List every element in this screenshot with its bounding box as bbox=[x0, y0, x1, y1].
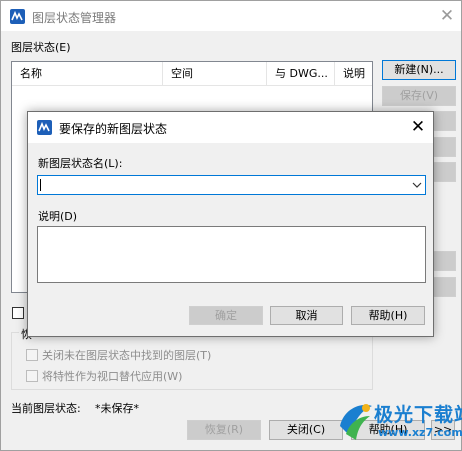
site-watermark: 极光下载站 www.xz7.com bbox=[330, 394, 462, 451]
bg-close-icon[interactable]: ✕ bbox=[435, 5, 459, 27]
app-logo-icon bbox=[10, 9, 25, 24]
apply-viewport-label: 将特性作为视口替代应用(W) bbox=[42, 370, 183, 383]
close-layers-label: 关闭未在图层状态中找到的图层(T) bbox=[42, 349, 212, 362]
modal-title: 要保存的新图层状态 bbox=[59, 122, 168, 136]
watermark-title: 极光下载站 bbox=[374, 404, 462, 426]
new-button[interactable]: 新建(N)... bbox=[382, 60, 456, 80]
new-layer-state-dialog: 要保存的新图层状态 ✕ 新图层状态名(L): 说明(D) 确定 取消 帮助(H) bbox=[27, 111, 434, 337]
current-state-value: *未保存* bbox=[95, 402, 139, 415]
state-name-input[interactable] bbox=[38, 176, 403, 194]
ok-button[interactable]: 确定 bbox=[189, 306, 263, 325]
description-textarea[interactable] bbox=[37, 226, 426, 283]
watermark-logo-icon bbox=[340, 404, 372, 440]
cancel-button[interactable]: 取消 bbox=[270, 306, 343, 325]
modal-close-icon[interactable]: ✕ bbox=[406, 116, 430, 138]
bg-dialog-title: 图层状态管理器 bbox=[32, 11, 117, 25]
app-logo-icon bbox=[37, 120, 52, 135]
close-layers-checkbox[interactable] bbox=[26, 349, 38, 361]
column-header-same-as-dwg[interactable]: 与 DWG... bbox=[267, 62, 335, 86]
apply-viewport-checkbox[interactable] bbox=[26, 370, 38, 382]
list-filter-checkbox[interactable] bbox=[12, 307, 24, 319]
column-header-name[interactable]: 名称 bbox=[12, 62, 163, 86]
column-header-description[interactable]: 说明 bbox=[335, 62, 374, 86]
description-label: 说明(D) bbox=[38, 210, 78, 223]
modal-help-button[interactable]: 帮助(H) bbox=[351, 306, 425, 325]
save-button[interactable]: 保存(V) bbox=[382, 86, 456, 106]
current-state-label: 当前图层状态: bbox=[11, 402, 81, 415]
chevron-down-icon[interactable] bbox=[411, 178, 423, 192]
layer-states-label: 图层状态(E) bbox=[11, 41, 71, 54]
modal-titlebar: 要保存的新图层状态 ✕ bbox=[28, 112, 433, 143]
bg-titlebar: 图层状态管理器 ✕ bbox=[1, 1, 461, 31]
state-name-label: 新图层状态名(L): bbox=[38, 157, 123, 170]
text-caret bbox=[40, 179, 41, 191]
restore-button[interactable]: 恢复(R) bbox=[187, 420, 261, 440]
state-name-combobox[interactable] bbox=[37, 175, 426, 195]
list-header: 名称 空间 与 DWG... 说明 bbox=[12, 62, 372, 86]
watermark-url: www.xz7.com bbox=[378, 426, 462, 439]
column-header-space[interactable]: 空间 bbox=[163, 62, 267, 86]
